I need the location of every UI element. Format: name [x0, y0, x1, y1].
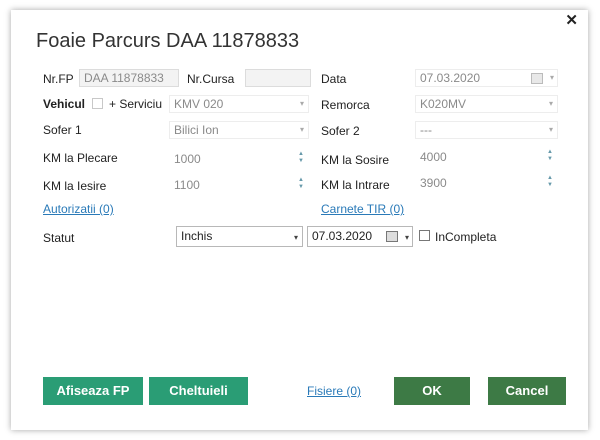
vehicul-label: Vehicul	[43, 97, 86, 111]
spinner-icon[interactable]: ▲ ▼	[298, 177, 304, 191]
sofer2-select[interactable]: --- ▾	[415, 121, 558, 139]
chevron-down-icon[interactable]: ▾	[300, 122, 304, 138]
incompleta-checkbox[interactable]	[419, 230, 430, 241]
remorca-value: K020MV	[420, 97, 467, 111]
km-iesire-value: 1100	[174, 178, 200, 192]
statut-date-value: 07.03.2020	[312, 229, 373, 243]
nrfp-value: DAA 11878833	[84, 71, 164, 85]
nrfp-field[interactable]: DAA 11878833	[79, 69, 179, 87]
data-value: 07.03.2020	[420, 71, 481, 85]
calendar-icon[interactable]	[386, 231, 398, 242]
carnete-tir-link[interactable]: Carnete TIR (0)	[321, 202, 404, 216]
ok-button[interactable]: OK	[394, 377, 470, 405]
sofer1-label: Sofer 1	[43, 123, 82, 137]
data-date-picker[interactable]: 07.03.2020 ▾	[415, 69, 558, 87]
chevron-down-icon[interactable]: ▾	[405, 228, 409, 246]
nrcursa-field[interactable]	[245, 69, 311, 87]
sofer2-value: ---	[420, 123, 432, 137]
fisiere-link[interactable]: Fisiere (0)	[307, 384, 361, 398]
serviciu-label: + Serviciu	[109, 97, 163, 111]
statut-label: Statut	[43, 231, 75, 245]
statut-select[interactable]: Inchis ▾	[176, 226, 303, 247]
km-plecare-label: KM la Plecare	[43, 151, 118, 165]
calendar-icon[interactable]	[531, 73, 543, 84]
sofer1-value: Bilici Ion	[174, 123, 219, 137]
sofer2-label: Sofer 2	[321, 124, 360, 138]
dialog-title: Foaie Parcurs DAA 11878833	[36, 30, 300, 52]
km-iesire-label: KM la Iesire	[43, 179, 107, 193]
close-icon[interactable]: ✕	[565, 13, 578, 28]
statut-value: Inchis	[181, 229, 213, 243]
data-label: Data	[321, 72, 347, 86]
chevron-down-icon[interactable]: ▾	[294, 228, 298, 246]
statut-date-picker[interactable]: 07.03.2020 ▾	[307, 226, 413, 247]
dialog-window: ✕ Foaie Parcurs DAA 11878833 Nr.FP DAA 1…	[11, 10, 588, 430]
autorizatii-link[interactable]: Autorizatii (0)	[43, 202, 114, 216]
nrcursa-label: Nr.Cursa	[187, 72, 235, 86]
km-intrare-label: KM la Intrare	[321, 178, 390, 192]
incompleta-label: InCompleta	[435, 230, 497, 244]
vehicul-select[interactable]: KMV 020 ▾	[169, 95, 309, 113]
km-intrare-field[interactable]: 3900 ▲ ▼	[415, 174, 558, 192]
remorca-select[interactable]: K020MV ▾	[415, 95, 558, 113]
spinner-icon[interactable]: ▲ ▼	[547, 149, 553, 163]
km-sosire-value: 4000	[420, 150, 447, 164]
spinner-icon[interactable]: ▲ ▼	[298, 151, 304, 165]
chevron-down-icon[interactable]: ▾	[549, 96, 553, 112]
km-iesire-field[interactable]: 1100 ▲ ▼	[169, 176, 309, 194]
serviciu-checkbox[interactable]	[92, 98, 103, 109]
chevron-down-icon[interactable]: ▾	[550, 70, 554, 86]
km-plecare-field[interactable]: 1000 ▲ ▼	[169, 150, 309, 168]
vehicul-value: KMV 020	[174, 97, 224, 111]
afiseaza-fp-button[interactable]: Afiseaza FP	[43, 377, 143, 405]
km-sosire-field[interactable]: 4000 ▲ ▼	[415, 148, 558, 166]
km-intrare-value: 3900	[420, 176, 447, 190]
km-plecare-value: 1000	[174, 152, 201, 166]
sofer1-select[interactable]: Bilici Ion ▾	[169, 121, 309, 139]
cancel-button[interactable]: Cancel	[488, 377, 566, 405]
chevron-down-icon[interactable]: ▾	[300, 96, 304, 112]
nrfp-label: Nr.FP	[43, 72, 74, 86]
remorca-label: Remorca	[321, 98, 370, 112]
spinner-icon[interactable]: ▲ ▼	[547, 175, 553, 189]
km-sosire-label: KM la Sosire	[321, 153, 390, 167]
chevron-down-icon[interactable]: ▾	[549, 122, 553, 138]
cheltuieli-button[interactable]: Cheltuieli	[149, 377, 248, 405]
